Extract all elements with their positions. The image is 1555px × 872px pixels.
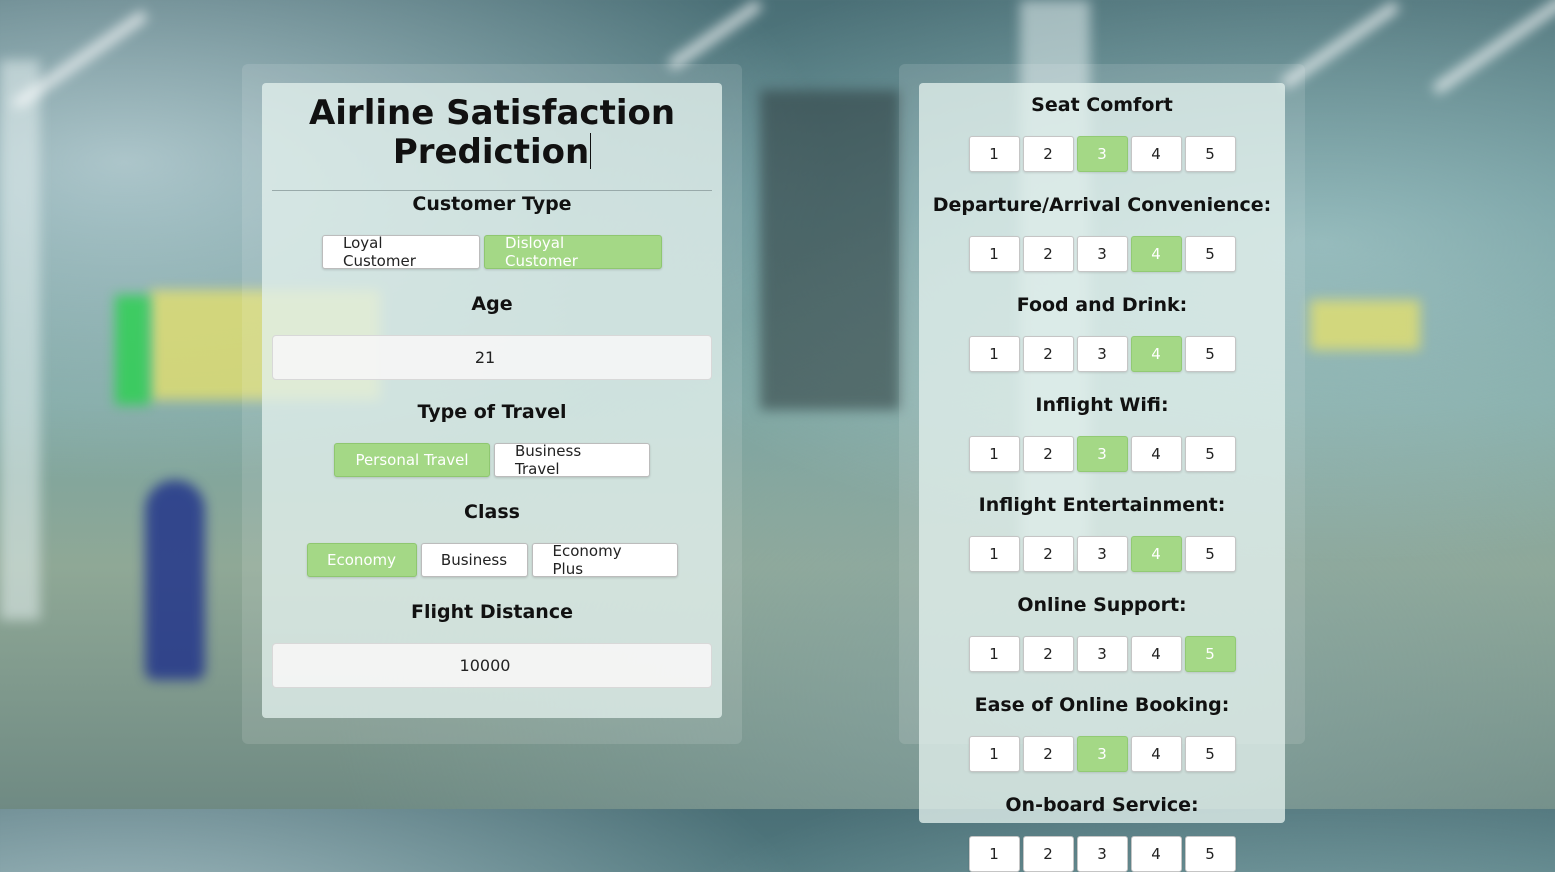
title-divider (272, 190, 712, 191)
economy-button[interactable]: Economy (306, 543, 417, 577)
type-of-travel-group: Personal Travel Business Travel (262, 442, 722, 478)
loyal-customer-button[interactable]: Loyal Customer (322, 234, 480, 270)
on-board-service-rating-1-button[interactable]: 1 (968, 836, 1020, 872)
background-sign-green (115, 295, 150, 405)
text-cursor (590, 133, 592, 169)
background-sign-right (1310, 300, 1420, 350)
food-and-drink-rating-3-button[interactable]: 3 (1076, 336, 1128, 372)
inflight-entertainment-rating-1-button[interactable]: 1 (968, 536, 1020, 572)
on-board-service-rating-group: 12345 (919, 836, 1285, 872)
business-travel-button[interactable]: Business Travel (494, 442, 650, 478)
inflight-wifi-rating-5-button[interactable]: 5 (1184, 436, 1236, 472)
departure-arrival-convenience-label: Departure/Arrival Convenience: (932, 194, 1272, 216)
inflight-wifi-rating-4-button[interactable]: 4 (1130, 436, 1182, 472)
food-and-drink-rating-1-button[interactable]: 1 (968, 336, 1020, 372)
food-and-drink-rating-5-button[interactable]: 5 (1184, 336, 1236, 372)
age-label: Age (471, 293, 513, 315)
online-support-rating-group: 12345 (919, 636, 1285, 672)
business-button[interactable]: Business (420, 543, 528, 577)
food-and-drink-rating-group: 12345 (919, 336, 1285, 372)
online-support-rating-2-button[interactable]: 2 (1022, 636, 1074, 672)
on-board-service-rating-2-button[interactable]: 2 (1022, 836, 1074, 872)
seat-comfort-rating-3-button[interactable]: 3 (1076, 136, 1128, 172)
background-doorway (760, 90, 900, 410)
inflight-entertainment-rating-5-button[interactable]: 5 (1184, 536, 1236, 572)
departure-arrival-convenience-rating-2-button[interactable]: 2 (1022, 236, 1074, 272)
seat-comfort-label: Seat Comfort (1031, 94, 1173, 116)
food-and-drink-label: Food and Drink: (1016, 294, 1188, 316)
age-input[interactable] (272, 335, 712, 380)
background-pillar (0, 60, 40, 620)
food-and-drink-rating-4-button[interactable]: 4 (1130, 336, 1182, 372)
class-group: Economy Business Economy Plus (262, 542, 722, 578)
on-board-service-rating-4-button[interactable]: 4 (1130, 836, 1182, 872)
departure-arrival-convenience-rating-3-button[interactable]: 3 (1076, 236, 1128, 272)
online-support-rating-1-button[interactable]: 1 (968, 636, 1020, 672)
type-of-travel-label: Type of Travel (417, 401, 567, 423)
flight-distance-label: Flight Distance (410, 601, 573, 623)
seat-comfort-rating-4-button[interactable]: 4 (1130, 136, 1182, 172)
inflight-entertainment-rating-3-button[interactable]: 3 (1076, 536, 1128, 572)
customer-type-label: Customer Type (412, 193, 572, 215)
ease-of-online-booking-rating-3-button[interactable]: 3 (1076, 736, 1128, 772)
departure-arrival-convenience-rating-group: 12345 (919, 236, 1285, 272)
inflight-wifi-label: Inflight Wifi: (1035, 394, 1169, 416)
ease-of-online-booking-label: Ease of Online Booking: (974, 694, 1230, 716)
departure-arrival-convenience-rating-1-button[interactable]: 1 (968, 236, 1020, 272)
disloyal-customer-button[interactable]: Disloyal Customer (484, 234, 662, 270)
inflight-entertainment-rating-4-button[interactable]: 4 (1130, 536, 1182, 572)
background-light (667, 0, 763, 71)
inflight-wifi-rating-2-button[interactable]: 2 (1022, 436, 1074, 472)
online-support-rating-5-button[interactable]: 5 (1184, 636, 1236, 672)
on-board-service-rating-5-button[interactable]: 5 (1184, 836, 1236, 872)
online-support-label: Online Support: (1017, 594, 1187, 616)
online-support-rating-4-button[interactable]: 4 (1130, 636, 1182, 672)
flight-distance-input[interactable] (272, 643, 712, 688)
inflight-entertainment-label: Inflight Entertainment: (978, 494, 1226, 516)
inflight-entertainment-rating-group: 12345 (919, 536, 1285, 572)
economy-plus-button[interactable]: Economy Plus (531, 542, 678, 578)
on-board-service-label: On-board Service: (1005, 794, 1199, 816)
background-person (145, 480, 205, 680)
background-light (1431, 0, 1555, 95)
departure-arrival-convenience-rating-5-button[interactable]: 5 (1184, 236, 1236, 272)
page-title: Airline Satisfaction Prediction (262, 94, 722, 172)
seat-comfort-rating-2-button[interactable]: 2 (1022, 136, 1074, 172)
ease-of-online-booking-rating-2-button[interactable]: 2 (1022, 736, 1074, 772)
inflight-entertainment-rating-2-button[interactable]: 2 (1022, 536, 1074, 572)
title-text: Airline Satisfaction Prediction (308, 93, 676, 172)
ease-of-online-booking-rating-5-button[interactable]: 5 (1184, 736, 1236, 772)
class-label: Class (464, 501, 520, 523)
departure-arrival-convenience-rating-4-button[interactable]: 4 (1130, 236, 1182, 272)
online-support-rating-3-button[interactable]: 3 (1076, 636, 1128, 672)
seat-comfort-rating-1-button[interactable]: 1 (968, 136, 1020, 172)
customer-type-group: Loyal Customer Disloyal Customer (262, 234, 722, 270)
inflight-wifi-rating-group: 12345 (919, 436, 1285, 472)
inflight-wifi-rating-1-button[interactable]: 1 (968, 436, 1020, 472)
ease-of-online-booking-rating-group: 12345 (919, 736, 1285, 772)
on-board-service-rating-3-button[interactable]: 3 (1076, 836, 1128, 872)
food-and-drink-rating-2-button[interactable]: 2 (1022, 336, 1074, 372)
personal-travel-button[interactable]: Personal Travel (334, 443, 490, 477)
inflight-wifi-rating-3-button[interactable]: 3 (1076, 436, 1128, 472)
ease-of-online-booking-rating-1-button[interactable]: 1 (968, 736, 1020, 772)
ease-of-online-booking-rating-4-button[interactable]: 4 (1130, 736, 1182, 772)
seat-comfort-rating-group: 12345 (919, 136, 1285, 172)
seat-comfort-rating-5-button[interactable]: 5 (1184, 136, 1236, 172)
